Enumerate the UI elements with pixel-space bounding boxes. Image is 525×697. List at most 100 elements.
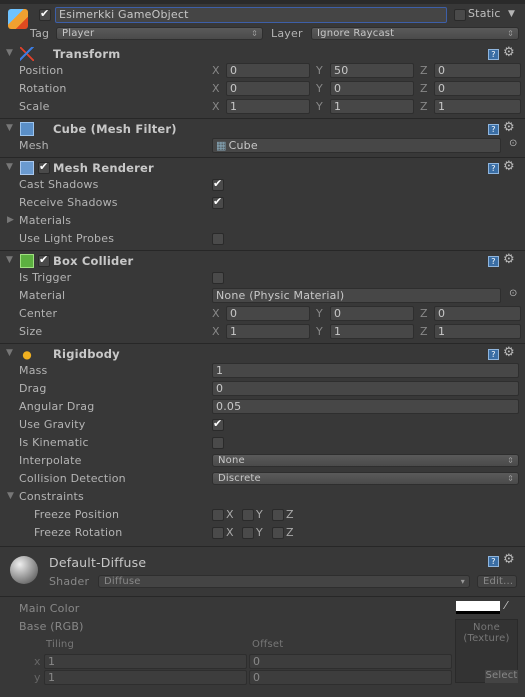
constraints-label[interactable]: Constraints — [19, 490, 84, 503]
rotation-z-field[interactable]: 0 — [434, 81, 521, 96]
help-icon[interactable]: ? — [488, 124, 499, 135]
shader-dropdown[interactable]: Diffuse ▾ — [98, 575, 470, 588]
component-enabled-checkbox[interactable] — [38, 253, 50, 267]
dropdown-arrows-icon: ⇕ — [507, 474, 514, 483]
size-z-field[interactable]: 1 — [434, 324, 521, 339]
foldout-arrow-icon[interactable]: ▼ — [6, 48, 13, 58]
edit-shader-button[interactable]: Edit... — [477, 575, 517, 588]
rotation-x-field[interactable]: 0 — [226, 81, 310, 96]
y-axis-label: Y — [316, 64, 323, 77]
static-dropdown-arrow-icon[interactable]: ▼ — [508, 9, 515, 19]
collision-detection-dropdown[interactable]: Discrete ⇕ — [212, 472, 519, 485]
freeze-rotation-z-checkbox[interactable] — [272, 527, 284, 539]
receive-shadows-checkbox[interactable] — [212, 195, 224, 209]
foldout-arrow-icon[interactable]: ▼ — [6, 348, 13, 358]
cast-shadows-checkbox[interactable] — [212, 177, 224, 191]
foldout-expanded-icon[interactable]: ▼ — [7, 491, 14, 501]
rotation-y-field[interactable]: 0 — [330, 81, 414, 96]
drag-label: Drag — [19, 382, 47, 395]
use-light-probes-label: Use Light Probes — [19, 232, 115, 245]
use-light-probes-checkbox[interactable] — [212, 233, 224, 245]
dropdown-arrows-icon: ⇕ — [507, 29, 514, 38]
freeze-position-z-label: Z — [286, 508, 294, 521]
x-axis-label: x — [34, 655, 41, 668]
main-color-swatch[interactable] — [456, 601, 500, 614]
gear-icon[interactable]: ⚙ — [503, 252, 515, 267]
use-gravity-checkbox[interactable] — [212, 417, 224, 431]
help-icon[interactable]: ? — [488, 49, 499, 60]
is-trigger-checkbox[interactable] — [212, 272, 224, 284]
size-label: Size — [19, 325, 43, 338]
component-title: Mesh Renderer — [53, 161, 154, 175]
size-y-field[interactable]: 1 — [330, 324, 414, 339]
gear-icon[interactable]: ⚙ — [503, 159, 515, 174]
name-field[interactable]: Esimerkki GameObject — [55, 7, 447, 23]
mesh-label: Mesh — [19, 139, 49, 152]
tiling-x-field[interactable]: 1 — [44, 654, 247, 669]
tab-strip — [0, 0, 525, 4]
center-y-field[interactable]: 0 — [330, 306, 414, 321]
tag-dropdown[interactable]: Player ⇕ — [56, 27, 263, 40]
size-x-field[interactable]: 1 — [226, 324, 310, 339]
object-picker-icon[interactable]: ⊙ — [509, 288, 518, 299]
foldout-arrow-icon[interactable]: ▼ — [6, 123, 13, 133]
gear-icon[interactable]: ⚙ — [503, 552, 515, 567]
foldout-arrow-icon[interactable]: ▼ — [6, 162, 13, 172]
component-enabled-checkbox[interactable] — [38, 160, 50, 174]
mass-field[interactable]: 1 — [212, 363, 519, 378]
y-axis-label: Y — [316, 307, 323, 320]
static-checkbox[interactable] — [454, 9, 466, 21]
scale-z-field[interactable]: 1 — [434, 99, 521, 114]
gear-icon[interactable]: ⚙ — [503, 345, 515, 360]
tiling-y-field[interactable]: 1 — [44, 670, 247, 685]
center-x-field[interactable]: 0 — [226, 306, 310, 321]
gear-icon[interactable]: ⚙ — [503, 45, 515, 60]
foldout-collapsed-icon[interactable]: ▶ — [7, 215, 14, 225]
center-z-field[interactable]: 0 — [434, 306, 521, 321]
box-collider-icon — [20, 254, 34, 268]
material-sphere-preview — [10, 556, 38, 584]
dropdown-arrows-icon: ⇕ — [251, 29, 258, 38]
freeze-position-y-checkbox[interactable] — [242, 509, 254, 521]
x-axis-label: X — [212, 325, 220, 338]
offset-y-field[interactable]: 0 — [249, 670, 452, 685]
is-kinematic-checkbox[interactable] — [212, 437, 224, 449]
freeze-position-x-checkbox[interactable] — [212, 509, 224, 521]
angular-drag-field[interactable]: 0.05 — [212, 399, 519, 414]
help-icon[interactable]: ? — [488, 556, 499, 567]
help-icon[interactable]: ? — [488, 256, 499, 267]
foldout-arrow-icon[interactable]: ▼ — [6, 255, 13, 265]
layer-dropdown[interactable]: Ignore Raycast ⇕ — [311, 27, 519, 40]
drag-field[interactable]: 0 — [212, 381, 519, 396]
freeze-rotation-x-checkbox[interactable] — [212, 527, 224, 539]
shader-label: Shader — [49, 575, 90, 588]
position-y-field[interactable]: 50 — [330, 63, 414, 78]
help-icon[interactable]: ? — [488, 349, 499, 360]
texture-select-button[interactable]: Select — [485, 670, 518, 683]
x-axis-label: X — [212, 64, 220, 77]
scale-y-field[interactable]: 1 — [330, 99, 414, 114]
interpolate-dropdown[interactable]: None ⇕ — [212, 454, 519, 467]
gameobject-cube-icon — [8, 9, 28, 29]
tag-label: Tag — [30, 27, 50, 40]
use-gravity-label: Use Gravity — [19, 418, 86, 431]
freeze-rotation-x-label: X — [226, 526, 234, 539]
gear-icon[interactable]: ⚙ — [503, 120, 515, 135]
active-checkbox[interactable] — [39, 7, 51, 21]
scale-x-field[interactable]: 1 — [226, 99, 310, 114]
freeze-position-z-checkbox[interactable] — [272, 509, 284, 521]
texture-none-label: None (Texture) — [463, 622, 510, 644]
freeze-position-x-label: X — [226, 508, 234, 521]
mesh-object-field[interactable]: ▦ Cube — [212, 138, 501, 153]
materials-label[interactable]: Materials — [19, 214, 71, 227]
eyedropper-icon[interactable]: ⁄ — [505, 599, 507, 612]
offset-x-field[interactable]: 0 — [249, 654, 452, 669]
material-object-field[interactable]: None (Physic Material) — [212, 288, 501, 303]
freeze-rotation-y-checkbox[interactable] — [242, 527, 254, 539]
position-x-field[interactable]: 0 — [226, 63, 310, 78]
position-z-field[interactable]: 0 — [434, 63, 521, 78]
object-picker-icon[interactable]: ⊙ — [509, 138, 518, 149]
help-icon[interactable]: ? — [488, 163, 499, 174]
divider — [0, 596, 525, 597]
cast-shadows-label: Cast Shadows — [19, 178, 99, 191]
